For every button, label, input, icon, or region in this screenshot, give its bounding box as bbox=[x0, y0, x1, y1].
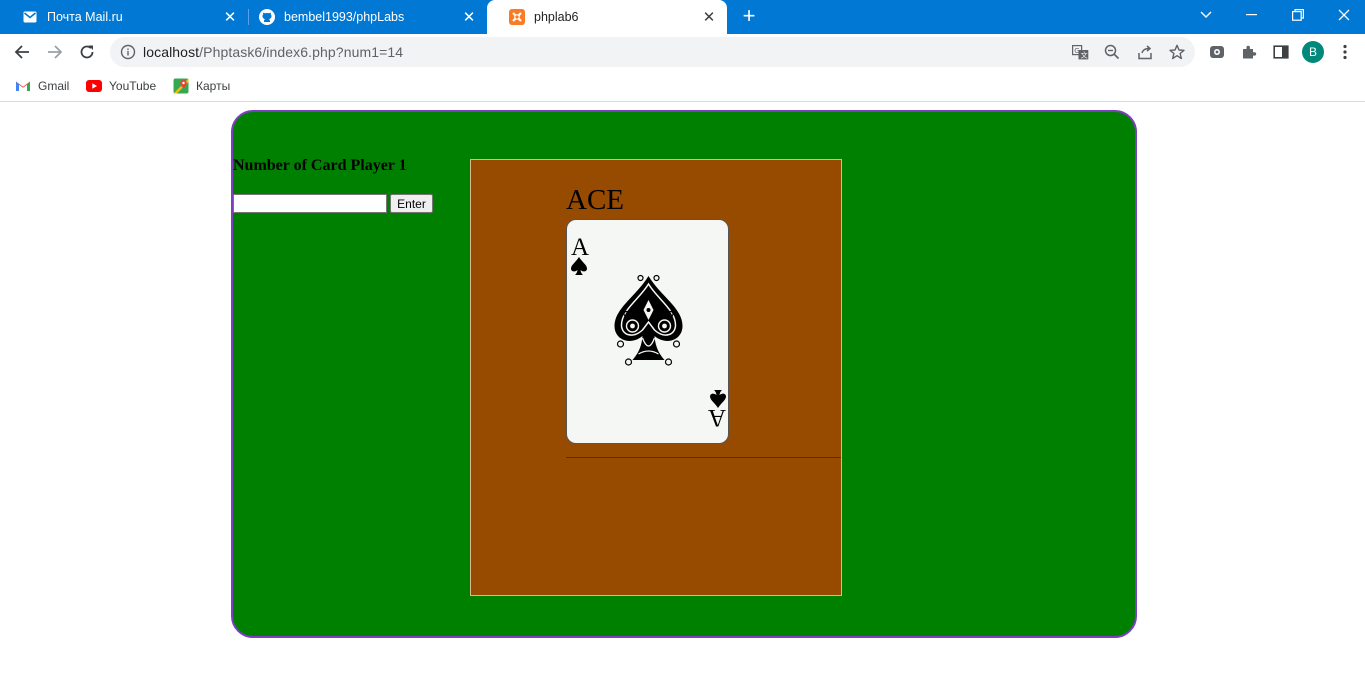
back-icon[interactable] bbox=[8, 38, 36, 66]
svg-text:A: A bbox=[708, 404, 726, 431]
svg-text:A: A bbox=[571, 234, 589, 261]
tab-title: phplab6 bbox=[534, 10, 579, 24]
url-host: localhost bbox=[143, 44, 200, 60]
profile-avatar[interactable]: B bbox=[1302, 41, 1324, 63]
maps-icon bbox=[173, 78, 189, 94]
site-info-icon[interactable] bbox=[120, 44, 136, 60]
restore-icon[interactable] bbox=[1275, 0, 1321, 30]
tab-title: Почта Mail.ru bbox=[47, 10, 123, 24]
new-tab-button[interactable]: + bbox=[737, 5, 761, 29]
window-close-icon[interactable] bbox=[1321, 0, 1365, 30]
tab-strip: Почта Mail.ru ✕ bembel1993/phpLabs ✕ php… bbox=[0, 0, 1365, 34]
url-path: /Phptask6/index6.php?num1=14 bbox=[199, 44, 404, 60]
bookmarks-bar: Gmail YouTube Карты bbox=[0, 70, 1365, 102]
card-name: ACE bbox=[566, 184, 624, 216]
translate-icon[interactable]: G文 bbox=[1071, 43, 1089, 61]
tab-search-icon[interactable] bbox=[1183, 0, 1229, 30]
close-icon[interactable]: ✕ bbox=[699, 7, 719, 27]
ace-of-spades-card: A A bbox=[566, 219, 729, 444]
enter-button[interactable]: Enter bbox=[390, 194, 433, 213]
share-icon[interactable] bbox=[1136, 43, 1154, 61]
svg-text:G: G bbox=[1074, 46, 1079, 54]
bookmark-gmail[interactable]: Gmail bbox=[15, 76, 69, 96]
reload-icon[interactable] bbox=[73, 38, 101, 66]
gmail-icon bbox=[15, 78, 31, 94]
url-text: localhost/Phptask6/index6.php?num1=14 bbox=[143, 44, 403, 60]
bookmark-maps[interactable]: Карты bbox=[173, 76, 230, 96]
tab-phplab6[interactable]: phplab6 ✕ bbox=[487, 0, 727, 34]
forward-icon[interactable] bbox=[41, 38, 69, 66]
bookmark-youtube[interactable]: YouTube bbox=[86, 76, 156, 96]
extension-icon[interactable] bbox=[1207, 42, 1227, 62]
tab-title: bembel1993/phpLabs bbox=[284, 10, 405, 24]
zoom-icon[interactable] bbox=[1103, 43, 1121, 61]
tab-mail[interactable]: Почта Mail.ru ✕ bbox=[0, 0, 248, 34]
browser-toolbar: localhost/Phptask6/index6.php?num1=14 G文… bbox=[0, 34, 1365, 70]
address-bar[interactable]: localhost/Phptask6/index6.php?num1=14 G文 bbox=[110, 37, 1195, 67]
svg-text:文: 文 bbox=[1080, 50, 1087, 59]
bookmark-star-icon[interactable] bbox=[1168, 43, 1186, 61]
mail-icon bbox=[22, 9, 38, 25]
card-number-input[interactable] bbox=[233, 194, 387, 213]
bookmark-label: Gmail bbox=[38, 79, 70, 93]
spade-icon: A A bbox=[571, 234, 726, 431]
close-icon[interactable]: ✕ bbox=[459, 7, 479, 27]
side-panel-icon[interactable] bbox=[1271, 42, 1291, 62]
menu-icon[interactable] bbox=[1335, 42, 1355, 62]
minimize-icon[interactable] bbox=[1229, 0, 1275, 30]
github-icon bbox=[259, 9, 275, 25]
youtube-icon bbox=[86, 78, 102, 94]
divider-line bbox=[566, 457, 841, 458]
bookmark-label: YouTube bbox=[109, 79, 157, 93]
xampp-icon bbox=[509, 9, 525, 25]
tab-github[interactable]: bembel1993/phpLabs ✕ bbox=[237, 0, 487, 34]
player-heading: Number of Card Player 1 bbox=[233, 157, 407, 174]
bookmark-label: Карты bbox=[196, 79, 231, 93]
extensions-puzzle-icon[interactable] bbox=[1239, 42, 1259, 62]
